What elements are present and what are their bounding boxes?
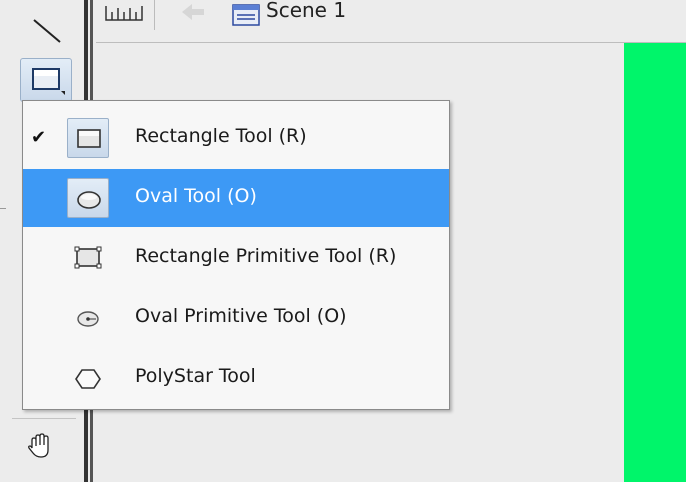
menu-item-rectangle-tool[interactable]: ✔ Rectangle Tool (R) [23,109,449,167]
ruler-icon[interactable] [104,2,144,28]
topbar-separator [154,0,155,30]
rectangle-icon [32,68,65,95]
polystar-icon [67,358,109,398]
menu-item-label: Oval Primitive Tool (O) [135,305,347,327]
scene-icon [232,4,260,30]
scene-label[interactable]: Scene 1 [266,0,346,22]
menu-item-label: Rectangle Tool (R) [135,125,307,147]
menu-item-label: Oval Tool (O) [135,185,257,207]
oval-primitive-icon [67,298,109,338]
menu-item-oval-primitive-tool[interactable]: Oval Primitive Tool (O) [23,289,449,347]
panel-tick [0,208,6,209]
rectangle-icon [67,118,109,158]
menu-item-rectangle-primitive-tool[interactable]: Rectangle Primitive Tool (R) [23,229,449,287]
hand-tool-icon[interactable] [24,430,56,462]
menu-item-label: Rectangle Primitive Tool (R) [135,245,397,267]
oval-icon [67,178,109,218]
edit-bar: Scene 1 [96,0,686,43]
check-icon: ✔ [31,127,47,148]
menu-item-oval-tool[interactable]: Oval Tool (O) [23,169,449,227]
line-tool-icon[interactable] [30,12,66,48]
stage-canvas[interactable] [624,43,686,482]
tools-divider [12,418,76,419]
rectangle-tool-button[interactable] [20,58,72,102]
menu-item-label: PolyStar Tool [135,365,256,387]
rectangle-primitive-icon [67,238,109,278]
shape-tool-flyout-menu: ✔ Rectangle Tool (R) Oval Tool (O) Recta… [22,100,450,410]
menu-item-polystar-tool[interactable]: PolyStar Tool [23,349,449,407]
back-arrow-icon[interactable] [178,2,208,28]
